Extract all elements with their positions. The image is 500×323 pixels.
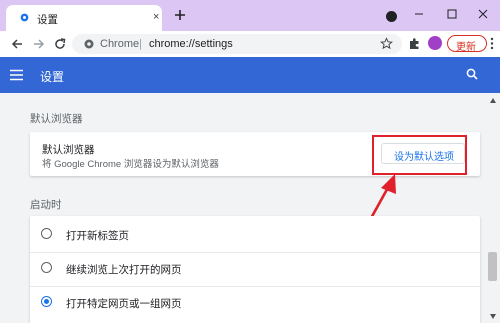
scroll-down-arrow-icon[interactable] bbox=[490, 314, 496, 319]
forward-arrow-icon[interactable] bbox=[32, 37, 46, 51]
divider bbox=[30, 286, 480, 287]
startup-option-continue[interactable]: 继续浏览上次打开的网页 bbox=[30, 254, 480, 284]
site-info-icon[interactable] bbox=[84, 39, 94, 49]
url-separator: | bbox=[139, 38, 142, 50]
hamburger-menu-icon[interactable] bbox=[10, 69, 23, 81]
annotation-highlight-box bbox=[372, 135, 467, 175]
address-bar[interactable]: Chrome | chrome://settings bbox=[72, 34, 402, 54]
radio-button-checked[interactable] bbox=[41, 296, 52, 307]
title-bar: 设置 × bbox=[0, 0, 500, 31]
section-title-default-browser: 默认浏览器 bbox=[30, 113, 83, 125]
close-icon[interactable] bbox=[476, 7, 490, 21]
default-browser-label: 默认浏览器 bbox=[42, 144, 95, 156]
search-icon[interactable] bbox=[466, 68, 478, 80]
startup-option-new-tab[interactable]: 打开新标签页 bbox=[30, 220, 480, 250]
scrollbar-track[interactable] bbox=[486, 93, 500, 323]
minimize-icon[interactable] bbox=[412, 7, 426, 21]
radio-button[interactable] bbox=[41, 262, 52, 273]
back-arrow-icon[interactable] bbox=[10, 37, 24, 51]
url-host: Chrome bbox=[100, 38, 140, 50]
media-icon[interactable] bbox=[386, 11, 397, 22]
scrollbar-thumb[interactable] bbox=[488, 252, 497, 281]
startup-option-label: 打开新标签页 bbox=[66, 230, 129, 242]
page-title: 设置 bbox=[40, 70, 65, 84]
plus-icon[interactable] bbox=[173, 8, 187, 22]
section-title-startup: 启动时 bbox=[30, 199, 62, 211]
startup-card: 打开新标签页 继续浏览上次打开的网页 打开特定网页或一组网页 bbox=[30, 216, 480, 323]
scroll-up-arrow-icon[interactable] bbox=[490, 98, 496, 103]
startup-option-label: 继续浏览上次打开的网页 bbox=[66, 264, 182, 276]
profile-icon[interactable] bbox=[428, 36, 442, 50]
gear-icon bbox=[20, 13, 29, 22]
tab-settings[interactable]: 设置 × bbox=[6, 5, 162, 31]
tab-title: 设置 bbox=[37, 14, 58, 26]
update-button-label: 更新 bbox=[456, 42, 476, 53]
maximize-icon[interactable] bbox=[445, 7, 459, 21]
browser-toolbar: Chrome | chrome://settings bbox=[0, 31, 500, 57]
reload-icon[interactable] bbox=[53, 37, 67, 51]
default-browser-description: 将 Google Chrome 浏览器设为默认浏览器 bbox=[42, 159, 219, 170]
radio-button[interactable] bbox=[41, 228, 52, 239]
startup-option-specific-pages[interactable]: 打开特定网页或一组网页 bbox=[30, 288, 480, 318]
startup-option-label: 打开特定网页或一组网页 bbox=[66, 298, 182, 310]
tab-close-button[interactable]: × bbox=[153, 11, 159, 23]
settings-app-bar bbox=[0, 57, 500, 93]
star-icon[interactable] bbox=[380, 37, 393, 50]
update-button[interactable]: 更新 bbox=[447, 35, 487, 53]
more-vert-icon[interactable] bbox=[489, 37, 495, 50]
url-path: chrome://settings bbox=[149, 38, 233, 50]
divider bbox=[30, 252, 480, 253]
puzzle-extension-icon[interactable] bbox=[408, 37, 421, 50]
